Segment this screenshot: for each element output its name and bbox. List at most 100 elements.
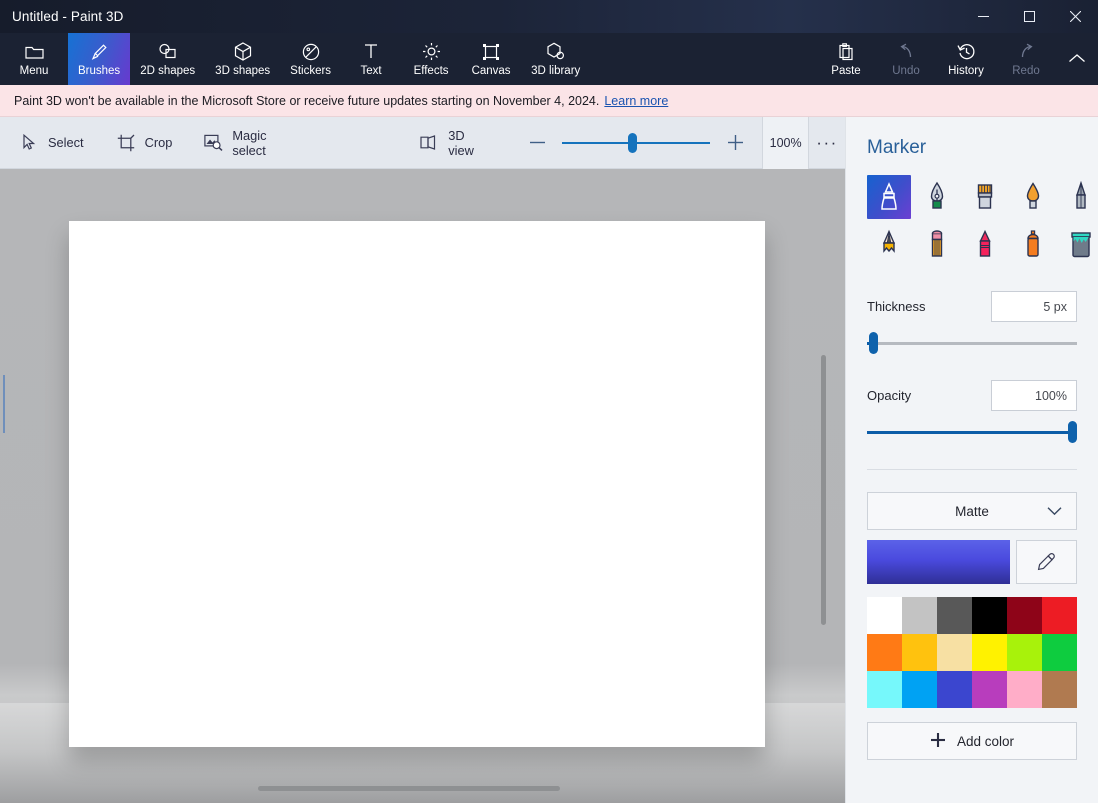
ribbon-item-stickers[interactable]: Stickers xyxy=(280,33,341,85)
ribbon-item-brushes[interactable]: Brushes xyxy=(68,33,131,85)
color-swatch[interactable] xyxy=(1042,671,1077,708)
minimize-button[interactable] xyxy=(960,0,1006,33)
thickness-label: Thickness xyxy=(867,299,926,314)
ribbon-right-group: Paste Undo History Redo xyxy=(816,33,1098,85)
window-edge-accent xyxy=(3,375,5,433)
ribbon-item-label: Brushes xyxy=(78,64,121,77)
color-swatch[interactable] xyxy=(1042,634,1077,671)
color-swatch[interactable] xyxy=(972,597,1007,634)
ribbon-item-label: Paste xyxy=(831,64,861,77)
chevron-up-icon xyxy=(1068,49,1086,69)
magic-select-tool-button[interactable]: Magic select xyxy=(191,123,307,163)
zoom-slider-thumb[interactable] xyxy=(628,132,638,153)
brush-crayon[interactable] xyxy=(963,223,1007,267)
zoom-out-button[interactable] xyxy=(522,128,552,158)
crop-tool-button[interactable]: Crop xyxy=(103,123,186,163)
color-swatch[interactable] xyxy=(902,597,937,634)
brush-oil-brush[interactable] xyxy=(963,175,1007,219)
opacity-row: Opacity 100% xyxy=(867,380,1077,411)
opacity-slider-thumb[interactable] xyxy=(1068,421,1077,443)
window-controls xyxy=(960,0,1098,33)
ribbon-item-menu[interactable]: Menu xyxy=(0,33,68,85)
select-tool-button[interactable]: Select xyxy=(6,123,97,163)
brush-marker[interactable] xyxy=(867,175,911,219)
color-swatch[interactable] xyxy=(937,597,972,634)
color-swatch[interactable] xyxy=(867,671,902,708)
ribbon-item-paste[interactable]: Paste xyxy=(816,33,876,85)
color-swatch[interactable] xyxy=(937,671,972,708)
color-swatch[interactable] xyxy=(1007,634,1042,671)
watercolor-icon xyxy=(1026,182,1040,209)
canvas-stage[interactable] xyxy=(0,169,845,803)
cube-icon xyxy=(234,42,252,62)
eyedropper-button[interactable] xyxy=(1016,540,1077,584)
color-swatch[interactable] xyxy=(972,671,1007,708)
brush-pixel-pen[interactable] xyxy=(1059,175,1098,219)
ribbon-item-2d-shapes[interactable]: 2D shapes xyxy=(130,33,205,85)
brush-fill[interactable] xyxy=(1059,223,1098,267)
color-swatch[interactable] xyxy=(902,671,937,708)
close-button[interactable] xyxy=(1052,0,1098,33)
zoom-slider[interactable] xyxy=(562,128,711,158)
learn-more-link[interactable]: Learn more xyxy=(604,94,668,108)
brush-watercolor[interactable] xyxy=(1011,175,1055,219)
thickness-input[interactable]: 5 px xyxy=(991,291,1077,322)
ribbon-collapse-button[interactable] xyxy=(1056,33,1098,85)
ribbon-item-label: 2D shapes xyxy=(140,64,196,77)
brush-spray-can[interactable] xyxy=(1011,223,1055,267)
color-swatch[interactable] xyxy=(867,597,902,634)
brush-calligraphy-pen[interactable] xyxy=(915,175,959,219)
brush-pencil[interactable] xyxy=(867,223,911,267)
ribbon-item-3d-shapes[interactable]: 3D shapes xyxy=(205,33,280,85)
maximize-button[interactable] xyxy=(1006,0,1052,33)
ribbon-item-effects[interactable]: Effects xyxy=(401,33,461,85)
ribbon-item-label: 3D shapes xyxy=(215,64,271,77)
ribbon-item-label: Text xyxy=(360,64,382,77)
color-swatch[interactable] xyxy=(937,634,972,671)
add-color-label: Add color xyxy=(956,733,1015,749)
ribbon-item-canvas[interactable]: Canvas xyxy=(461,33,521,85)
eyedropper-icon xyxy=(1037,552,1055,570)
text-icon xyxy=(363,42,379,62)
brush-eraser[interactable] xyxy=(915,223,959,267)
drawing-canvas[interactable] xyxy=(69,221,765,747)
zoom-level-label[interactable]: 100% xyxy=(762,116,810,169)
oil-brush-icon xyxy=(977,184,993,209)
add-color-button[interactable]: Add color xyxy=(867,722,1077,760)
color-swatch[interactable] xyxy=(1042,597,1077,634)
minus-icon xyxy=(529,141,545,144)
material-value: Matte xyxy=(955,503,989,519)
history-icon xyxy=(956,42,976,62)
color-swatch[interactable] xyxy=(867,634,902,671)
current-color-swatch[interactable] xyxy=(867,540,1010,584)
ribbon-item-label: History xyxy=(948,64,984,77)
opacity-slider[interactable] xyxy=(867,419,1077,445)
close-icon xyxy=(1069,11,1081,22)
effects-icon xyxy=(422,42,441,62)
vertical-scrollbar[interactable] xyxy=(821,355,826,625)
tool-label: Crop xyxy=(144,135,173,150)
color-swatch[interactable] xyxy=(972,634,1007,671)
tool-label: 3D view xyxy=(448,127,474,158)
material-dropdown[interactable]: Matte xyxy=(867,492,1077,530)
color-swatch[interactable] xyxy=(1007,671,1042,708)
ribbon-item-text[interactable]: Text xyxy=(341,33,401,85)
ribbon-item-redo: Redo xyxy=(996,33,1056,85)
thickness-slider-thumb[interactable] xyxy=(869,332,879,354)
ribbon-item-history[interactable]: History xyxy=(936,33,996,85)
horizontal-scrollbar[interactable] xyxy=(258,786,560,791)
view-3d-tool-button[interactable]: 3D view xyxy=(407,123,500,163)
banner-message: Paint 3D won't be available in the Micro… xyxy=(14,93,600,108)
color-row xyxy=(867,540,1077,584)
sub-toolbar: Select Crop Magic select 3D view 100% ··… xyxy=(0,116,845,169)
brush-icon xyxy=(90,42,108,62)
cursor-icon xyxy=(19,134,39,151)
ribbon-item-3d-library[interactable]: 3D library xyxy=(521,33,590,85)
zoom-in-button[interactable] xyxy=(720,128,750,158)
thickness-slider[interactable] xyxy=(867,330,1077,356)
ribbon-item-undo: Undo xyxy=(876,33,936,85)
color-swatch[interactable] xyxy=(902,634,937,671)
opacity-input[interactable]: 100% xyxy=(991,380,1077,411)
more-options-button[interactable]: ··· xyxy=(809,117,845,169)
color-swatch[interactable] xyxy=(1007,597,1042,634)
